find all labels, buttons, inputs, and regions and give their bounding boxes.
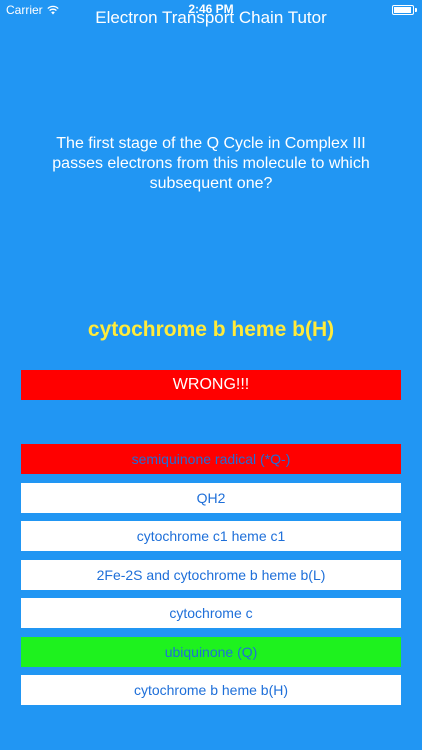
- question-text: The first stage of the Q Cycle in Comple…: [52, 135, 370, 192]
- answer-option[interactable]: cytochrome c1 heme c1: [21, 521, 401, 551]
- answer-option[interactable]: semiquinone radical (*Q-): [21, 444, 401, 474]
- answer-option[interactable]: cytochrome b heme b(H): [21, 675, 401, 705]
- answer-option[interactable]: ubiquinone (Q): [21, 637, 401, 667]
- app-title: Electron Transport Chain Tutor: [95, 8, 327, 27]
- answer-option[interactable]: cytochrome c: [21, 598, 401, 628]
- current-molecule: cytochrome b heme b(H): [87, 318, 335, 341]
- result-banner: WRONG!!!: [21, 370, 401, 400]
- answer-option[interactable]: 2Fe-2S and cytochrome b heme b(L): [21, 560, 401, 590]
- answer-option[interactable]: QH2: [21, 483, 401, 513]
